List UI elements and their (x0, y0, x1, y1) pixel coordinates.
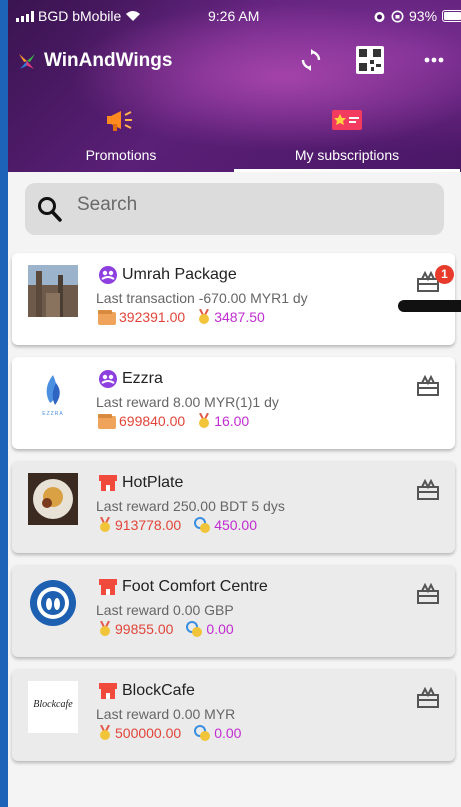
merchant-thumbnail: Blockcafe (28, 681, 78, 733)
app-screen: BGD bMobile 9:26 AM 93% WinAndWings Prom… (8, 0, 461, 807)
app-header: BGD bMobile 9:26 AM 93% WinAndWings Prom… (8, 0, 461, 172)
merchant-name: HotPlate (122, 474, 184, 491)
coin-icon (194, 725, 211, 741)
card-subtitle: Last reward 8.00 MYR(1)1 dy (96, 394, 279, 410)
status-right: 93% (373, 8, 461, 24)
qr-code-icon[interactable] (354, 44, 386, 76)
medal-icon (100, 517, 110, 532)
megaphone-icon (107, 111, 132, 131)
merchant-name: Foot Comfort Centre (122, 578, 268, 595)
merchant-thumbnail (28, 577, 78, 629)
battery-percent: 93% (409, 8, 438, 24)
card-values: 699840.00 16.00 (98, 413, 249, 429)
card-values: 913778.00 450.00 (98, 517, 257, 533)
carrier-label: BGD bMobile (38, 8, 122, 24)
card-subtitle: Last reward 0.00 MYR (96, 706, 236, 722)
network-group-icon (99, 266, 117, 284)
coin-value: 450.00 (214, 517, 258, 533)
coin-icon (186, 621, 203, 637)
brand: WinAndWings (16, 50, 172, 72)
subscription-card-blockcafe[interactable]: Blockcafe BlockCafe Last reward 0.00 MYR… (12, 669, 455, 761)
subscription-card-umrah[interactable]: Umrah Package Last transaction -670.00 M… (12, 253, 455, 345)
card-title: Umrah Package (98, 265, 237, 285)
card-subtitle: Last transaction -670.00 MYR1 dy (96, 290, 308, 306)
merchant-name: Ezzra (122, 370, 163, 387)
card-subtitle: Last reward 0.00 GBP (96, 602, 234, 618)
store-icon (99, 475, 117, 491)
merchant-thumbnail (28, 473, 78, 525)
scroll-indicator[interactable] (398, 300, 461, 312)
wallet-icon (98, 413, 116, 429)
wings-logo-icon (19, 54, 35, 69)
tab-promotions[interactable]: Promotions (8, 100, 234, 172)
status-left: BGD bMobile (16, 8, 141, 24)
medal-icon (199, 413, 210, 428)
notification-badge: 1 (435, 265, 454, 284)
search-input[interactable]: Search (25, 183, 444, 235)
card-values: 392391.00 3487.50 (98, 309, 265, 325)
network-group-icon (99, 370, 117, 388)
coin-icon (194, 517, 211, 533)
merchant-thumbnail (28, 265, 78, 317)
lock-rotation-icon (391, 10, 404, 22)
card-values: 99855.00 0.00 (98, 621, 234, 637)
tab-label: My subscriptions (294, 147, 400, 163)
medal-icon (199, 309, 210, 324)
card-title: HotPlate (98, 473, 183, 493)
gift-icon[interactable] (416, 687, 440, 709)
card-title: BlockCafe (98, 681, 195, 701)
wallet-icon (98, 309, 116, 325)
merchant-name: Umrah Package (122, 266, 237, 283)
points-value: 913778.00 (115, 517, 182, 533)
points-value: 16.00 (214, 413, 250, 429)
signal-icon (16, 10, 34, 22)
gift-icon[interactable] (416, 375, 440, 397)
subscription-card-icon (332, 110, 362, 130)
card-values: 500000.00 0.00 (98, 725, 241, 741)
search-icon (38, 197, 62, 222)
alarm-icon (374, 11, 385, 22)
card-title: Ezzra (98, 369, 163, 389)
store-icon (99, 683, 117, 699)
card-title: Foot Comfort Centre (98, 577, 268, 597)
medal-icon (100, 621, 110, 636)
tab-my-subscriptions[interactable]: My subscriptions (234, 100, 460, 172)
subscription-card-hotplate[interactable]: HotPlate Last reward 250.00 BDT 5 dys 91… (12, 461, 455, 553)
merchant-logo-text: EZZRA (42, 411, 64, 417)
points-value: 500000.00 (115, 725, 182, 741)
card-subtitle: Last reward 250.00 BDT 5 dys (96, 498, 285, 514)
subscription-card-ezzra[interactable]: EZZRA Ezzra Last reward 8.00 MYR(1)1 dy … (12, 357, 455, 449)
app-name: WinAndWings (44, 50, 173, 71)
merchant-name: BlockCafe (122, 682, 195, 699)
merchant-logo-text: Blockcafe (33, 699, 73, 710)
tab-label: Promotions (85, 147, 157, 163)
status-time: 9:26 AM (208, 8, 260, 24)
points-value: 3487.50 (214, 309, 265, 325)
more-icon[interactable] (418, 44, 450, 76)
gift-icon[interactable] (416, 479, 440, 501)
wallet-value: 392391.00 (119, 309, 186, 325)
merchant-thumbnail: EZZRA (28, 369, 78, 421)
store-icon (99, 579, 117, 595)
wifi-icon (126, 11, 141, 21)
subscription-card-foot-comfort[interactable]: Foot Comfort Centre Last reward 0.00 GBP… (12, 565, 455, 657)
coin-value: 0.00 (214, 725, 242, 741)
medal-icon (100, 725, 110, 740)
gift-icon[interactable] (416, 583, 440, 605)
wallet-value: 699840.00 (119, 413, 186, 429)
sync-icon[interactable] (295, 44, 327, 76)
points-value: 99855.00 (115, 621, 174, 637)
battery-icon (442, 10, 461, 22)
coin-value: 0.00 (206, 621, 234, 637)
search-placeholder: Search (77, 194, 138, 215)
